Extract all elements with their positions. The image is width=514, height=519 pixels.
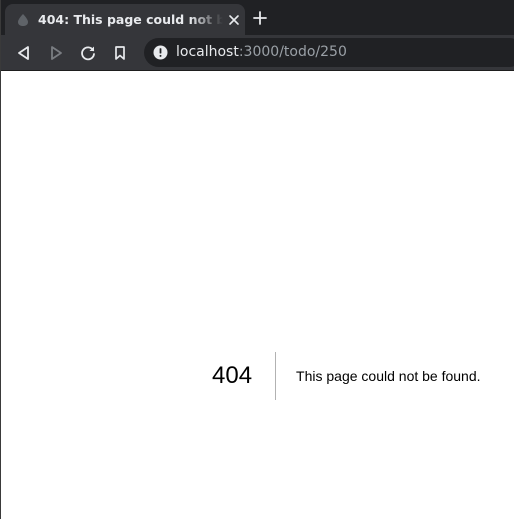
tab-title: 404: This page could not be found bbox=[38, 12, 223, 27]
forward-icon[interactable] bbox=[45, 42, 67, 64]
plus-icon[interactable] bbox=[251, 9, 269, 27]
address-bar[interactable]: localhost:3000/todo/250 bbox=[144, 38, 514, 67]
url-text[interactable]: localhost:3000/todo/250 bbox=[176, 43, 347, 62]
page-content: 404 This page could not be found. bbox=[1, 71, 514, 519]
browser-window: 404: This page could not be found bbox=[0, 0, 514, 519]
info-icon[interactable] bbox=[153, 45, 168, 60]
browser-toolbar: localhost:3000/todo/250 bbox=[1, 35, 514, 71]
active-tab[interactable]: 404: This page could not be found bbox=[5, 4, 245, 35]
tab-strip: 404: This page could not be found bbox=[1, 0, 514, 35]
error-code: 404 bbox=[212, 352, 277, 400]
url-host: localhost bbox=[176, 44, 239, 60]
error-message: This page could not be found. bbox=[296, 368, 481, 384]
error-block: 404 This page could not be found. bbox=[212, 352, 481, 400]
page-icon bbox=[17, 12, 29, 26]
url-path: :3000/todo/250 bbox=[238, 44, 347, 60]
bookmark-icon[interactable] bbox=[109, 42, 131, 64]
close-icon[interactable] bbox=[227, 12, 241, 26]
back-icon[interactable] bbox=[13, 42, 35, 64]
reload-icon[interactable] bbox=[77, 42, 99, 64]
